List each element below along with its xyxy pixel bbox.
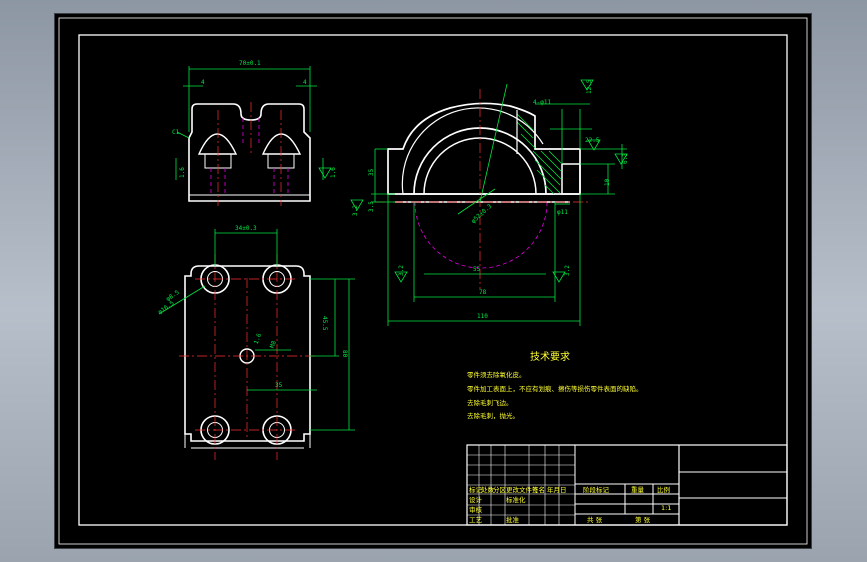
front-left-gap-dim: 4 [201, 79, 205, 86]
side-right-a-dim: 12.5 [586, 79, 593, 94]
side-bottom-b-dim: 78 [479, 289, 487, 296]
front-right-counterbore [261, 133, 302, 155]
tb-sign: 签名 [532, 485, 545, 494]
tb-zone: 分区 [493, 485, 507, 494]
plan-hole-span-dim: 45.5 [321, 316, 328, 331]
plan-offset-dim: 35 [275, 382, 283, 389]
note-line-2: 零件加工表面上，不应有划痕、擦伤等损伤零件表面的缺陷。 [467, 384, 643, 393]
side-left-lower-rough: 3.2 [398, 265, 405, 276]
tb-sheet-no: 第 张 [635, 515, 651, 524]
plan-view: 34±0.3 φ8.5 φ16.5 45.5 80 35 1.6 M8 [157, 225, 355, 460]
front-width-dim: 70±0.1 [239, 60, 261, 67]
front-left-height-dim: 1.6 [179, 167, 186, 178]
side-bore-dia-dim: φ52±0.3 [470, 203, 494, 225]
side-left-rough: 3.2 [352, 205, 359, 216]
plan-hole-pitch-dim: 34±0.3 [235, 225, 257, 232]
plan-view-outline [184, 265, 311, 442]
side-flat-dim: φ11 [557, 209, 568, 216]
side-lower-step-dim: 3.5 [368, 201, 375, 212]
note-line-3: 去除毛刺飞边。 [467, 398, 513, 407]
tb-design: 设计 [469, 495, 483, 504]
side-view: 35 3.5 φ52±0.3 4-φ11 22.5 12.5 6.3 10 φ1… [350, 79, 629, 326]
tb-stage: 阶段标记 [583, 485, 610, 494]
plan-hole-dia-a: φ8.5 [165, 289, 181, 303]
front-right-gap-dim: 4 [303, 79, 307, 86]
tb-review: 审核 [469, 505, 483, 514]
side-right-gap-dim: 10 [604, 178, 611, 186]
side-bottom-a-dim: 55 [473, 266, 481, 273]
side-overall-dim: 110 [477, 313, 488, 320]
side-view-outer-outline [387, 102, 581, 195]
drawing-viewport[interactable]: 70±0.1 4 4 C1 1.6 1.6 34±0.3 φ8.5 φ16.5 … [55, 14, 811, 548]
tb-standard: 标准化 [506, 495, 526, 504]
tb-scale-value: 1:1 [661, 504, 671, 512]
side-height-dim: 35 [368, 168, 375, 176]
sheet-outer-border [58, 17, 808, 545]
front-view-outline [188, 103, 311, 202]
tb-sheets-total: 共 张 [587, 515, 603, 524]
tb-date: 年月日 [547, 485, 567, 494]
side-view-counterbore [561, 163, 581, 195]
technical-notes: 技术要求 零件须去除氧化皮。 零件加工表面上，不应有划痕、擦伤等损伤零件表面的缺… [467, 350, 643, 420]
note-line-4: 去除毛刺，抛光。 [467, 411, 519, 420]
front-left-counterbore [197, 133, 238, 155]
side-top-right-dim: 22.5 [585, 137, 600, 144]
tb-weight: 重量 [631, 486, 645, 494]
tb-ratio: 比例 [657, 485, 670, 494]
plan-hole-dia-b: φ16.5 [157, 300, 176, 316]
front-view: 70±0.1 4 4 C1 1.6 1.6 [172, 60, 337, 206]
plan-hole-note: M8 [269, 340, 278, 350]
plan-overall-length-dim: 80 [341, 350, 348, 358]
cad-drawing: 70±0.1 4 4 C1 1.6 1.6 34±0.3 φ8.5 φ16.5 … [58, 17, 808, 545]
section-hatching [516, 113, 562, 195]
tb-approve: 批准 [506, 515, 520, 524]
tb-process: 工艺 [469, 516, 483, 524]
notes-heading: 技术要求 [530, 350, 570, 363]
note-line-1: 零件须去除氧化皮。 [467, 370, 526, 379]
side-right-b-dim: 6.3 [622, 153, 629, 164]
side-right-lower-rough: 3.2 [564, 265, 571, 276]
side-counterbore-dim: 4-φ11 [533, 99, 551, 106]
title-block: 标记 处数 分区 更改文件号 签名 年月日 设计 标准化 阶段标记 重量 比例 … [466, 444, 788, 526]
plan-roughness: 1.6 [253, 332, 263, 345]
front-chamfer-dim: C1 [172, 129, 180, 136]
